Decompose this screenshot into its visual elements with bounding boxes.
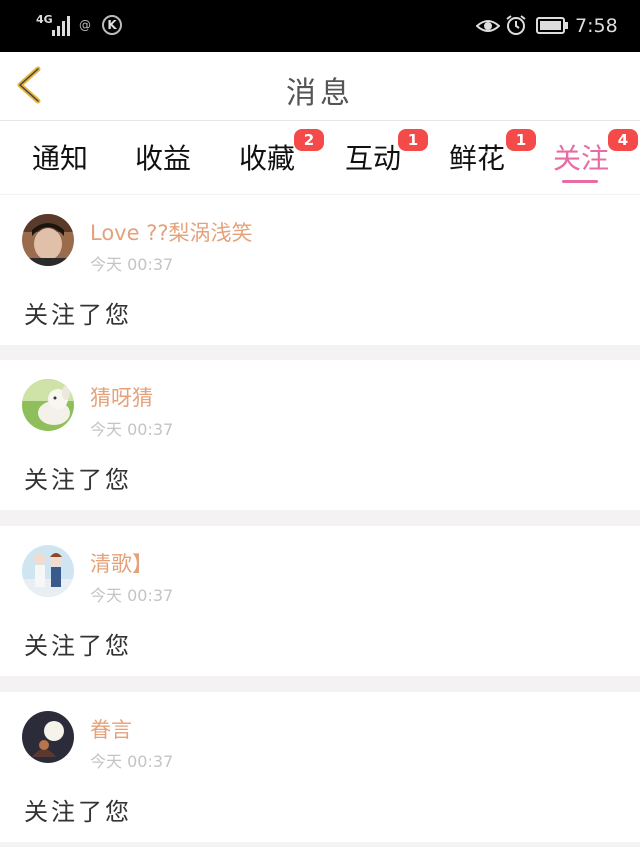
tab-label: 互动: [344, 142, 401, 175]
avatar[interactable]: [22, 545, 74, 597]
boy-portrait-avatar: [22, 214, 74, 266]
tab-favorites[interactable]: 收藏 2: [222, 129, 324, 177]
eye-comfort-icon: [476, 20, 500, 32]
active-tab-indicator: [562, 180, 598, 183]
notification-text: 关注了您: [24, 301, 132, 329]
tab-label: 鲜花: [448, 142, 505, 175]
tab-label: 收益: [134, 142, 191, 175]
avatar[interactable]: [22, 379, 74, 431]
tab-earnings[interactable]: 收益: [118, 137, 208, 177]
unread-badge: 4: [608, 129, 638, 151]
k-app-icon: K: [102, 15, 122, 35]
timestamp: 今天 00:37: [90, 586, 174, 605]
timestamp: 今天 00:37: [90, 255, 174, 274]
timestamp: 今天 00:37: [90, 420, 174, 439]
battery-icon: [536, 17, 568, 34]
white-dog-avatar: [22, 379, 74, 431]
notification-text: 关注了您: [24, 798, 132, 826]
unread-badge: 1: [506, 129, 536, 151]
tab-notifications[interactable]: 通知: [15, 137, 105, 177]
username[interactable]: 猜呀猜: [90, 382, 153, 412]
list-item[interactable]: 清歌】 今天 00:37 关注了您: [0, 526, 640, 676]
username[interactable]: 眷言: [90, 714, 132, 744]
list-item[interactable]: 猜呀猜 今天 00:37 关注了您: [0, 360, 640, 510]
avatar[interactable]: [22, 711, 74, 763]
page-title: 消息: [286, 76, 354, 111]
tab-interactions[interactable]: 互动 1: [328, 129, 428, 177]
notification-text: 关注了您: [24, 466, 132, 494]
alarm-icon: [506, 15, 526, 35]
list-item[interactable]: 眷言 今天 00:37 关注了您: [0, 692, 640, 842]
tab-label: 通知: [31, 142, 88, 175]
clock-time: 7:58: [575, 15, 618, 37]
status-bar: 4G @ K 7:58: [0, 0, 640, 52]
timestamp: 今天 00:37: [90, 752, 174, 771]
tab-label: 关注: [552, 142, 609, 175]
app-header: 消息: [0, 52, 640, 121]
network-type: 4G: [36, 13, 53, 26]
tab-follows[interactable]: 关注 4: [536, 129, 638, 177]
notification-text: 关注了您: [24, 632, 132, 660]
anime-couple-avatar: [22, 545, 74, 597]
tab-flowers[interactable]: 鲜花 1: [432, 129, 536, 177]
username[interactable]: 清歌】: [90, 548, 153, 578]
at-icon: @: [79, 18, 91, 32]
tab-label: 收藏: [238, 142, 295, 175]
unread-badge: 1: [398, 129, 428, 151]
username[interactable]: Love ??梨涡浅笑: [90, 217, 253, 247]
unread-badge: 2: [294, 129, 324, 151]
avatar[interactable]: [22, 214, 74, 266]
tab-bar: 通知 收益 收藏 2 互动 1 鲜花 1 关注 4: [0, 121, 640, 194]
night-moon-avatar: [22, 711, 74, 763]
signal-strength-icon: [52, 16, 70, 36]
list-item[interactable]: Love ??梨涡浅笑 今天 00:37 关注了您: [0, 195, 640, 345]
